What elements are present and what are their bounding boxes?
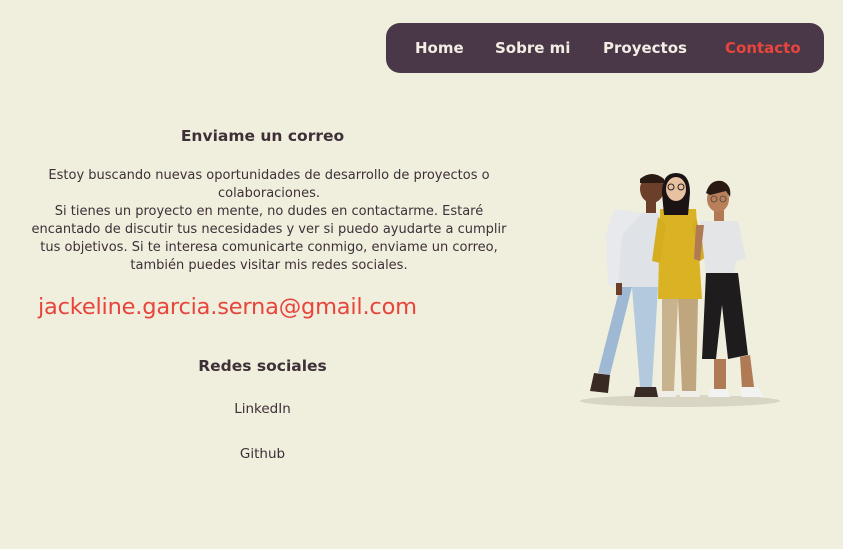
email-link[interactable]: jackeline.garcia.serna@gmail.com: [38, 294, 417, 320]
social-heading: Redes sociales: [198, 357, 327, 375]
intro-paragraph-2: Si tienes un proyecto en mente, no dudes…: [31, 204, 507, 273]
linkedin-link[interactable]: LinkedIn: [30, 401, 495, 417]
contact-intro-text: Estoy buscando nuevas oportunidades de d…: [30, 167, 508, 275]
nav-contacto-link[interactable]: Contacto: [725, 39, 801, 57]
nav-home-link[interactable]: Home: [415, 39, 464, 57]
person-left-figure: [590, 174, 664, 397]
person-middle-figure: [652, 173, 706, 397]
nav-sobre-mi-link[interactable]: Sobre mi: [495, 39, 570, 57]
people-group-illustration: [580, 173, 780, 407]
top-navbar: Home Sobre mi Proyectos Contacto: [386, 23, 824, 73]
contact-heading: Enviame un correo: [180, 127, 345, 145]
person-right-figure: [694, 180, 764, 397]
nav-proyectos-link[interactable]: Proyectos: [603, 39, 687, 57]
intro-paragraph-1: Estoy buscando nuevas oportunidades de d…: [48, 168, 490, 201]
github-link[interactable]: Github: [30, 446, 495, 462]
